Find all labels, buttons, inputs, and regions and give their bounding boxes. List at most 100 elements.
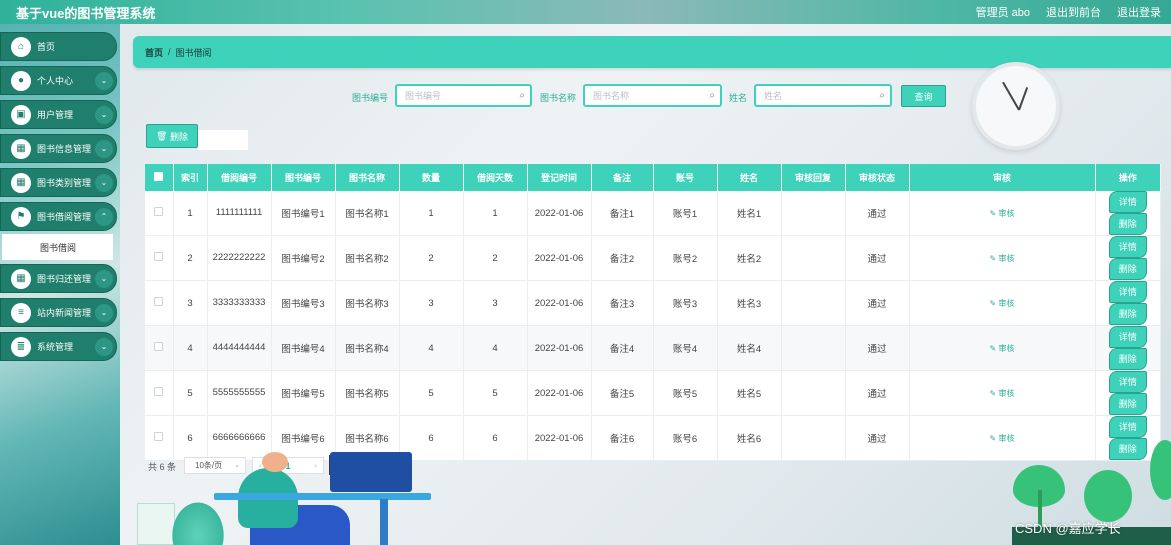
row-checkbox[interactable] <box>154 207 164 216</box>
cell-actions: 详情删除 <box>1095 415 1161 461</box>
row-checkbox[interactable] <box>154 387 164 396</box>
audit-label: 审核 <box>998 433 1015 443</box>
row-checkbox[interactable] <box>154 252 164 261</box>
row-delete-button[interactable]: 删除 <box>1108 303 1147 325</box>
cell-name: 姓名2 <box>717 235 782 281</box>
sidebar-item-user-management[interactable]: ▣ 用户管理 ⌄ <box>0 100 117 129</box>
row-delete-button[interactable]: 删除 <box>1108 393 1147 415</box>
row-checkbox[interactable] <box>154 297 164 306</box>
cell-date: 2022-01-06 <box>527 415 592 461</box>
cell-book_name: 图书名称4 <box>335 325 400 371</box>
book-no-input[interactable] <box>405 90 512 101</box>
table-row: 4 4444444444 图书编号4 图书名称4 4 4 2022-01-06 备注4 账号4 姓… <box>145 325 1161 371</box>
cell-qty: 2 <box>399 235 464 281</box>
column-header: 姓名 <box>717 164 782 191</box>
row-delete-button[interactable]: 删除 <box>1108 348 1147 370</box>
row-delete-button[interactable]: 删除 <box>1108 438 1147 460</box>
row-delete-button[interactable]: 删除 <box>1108 258 1147 280</box>
select-all-checkbox[interactable] <box>154 172 164 181</box>
book-name-input[interactable] <box>593 90 702 101</box>
sidebar-item-label: 站内新闻管理 <box>37 308 92 318</box>
audit-link[interactable]: ✎ 审核 <box>990 389 1015 398</box>
sidebar-subitem-borrow[interactable]: 图书借阅 <box>2 234 113 260</box>
borrow-no-text: 4444444444 <box>212 342 266 353</box>
sidebar-item-news[interactable]: ≡ 站内新闻管理 ⌄ <box>0 298 117 327</box>
cell-audit: ✎ 审核 <box>909 370 1096 416</box>
page-size-select[interactable]: 10条/页 ⌄ <box>184 457 246 474</box>
chevron-down-icon: ⌄ <box>95 337 113 356</box>
cell-days: 5 <box>463 370 528 416</box>
grid-icon: ▦ <box>11 138 31 159</box>
sidebar-item-label: 系统管理 <box>37 342 74 352</box>
book-name-label: 图书名称 <box>540 93 577 103</box>
sidebar-item-label: 图书类别管理 <box>37 178 92 188</box>
logout-link[interactable]: 退出登录 <box>1117 4 1161 20</box>
chevron-down-icon: ⌄ <box>95 173 113 192</box>
sidebar-item-personal-center[interactable]: ● 个人中心 ⌄ <box>0 66 117 95</box>
sidebar-item-label: 用户管理 <box>37 110 74 120</box>
clipboard-icon: ▣ <box>11 104 31 125</box>
clock-decoration <box>972 62 1060 150</box>
sidebar-item-label: 首页 <box>37 42 56 52</box>
audit-link[interactable]: ✎ 审核 <box>990 299 1015 308</box>
monitor-illustration <box>330 452 412 492</box>
borrow-table: 索引 借阅编号 图书编号 图书名称 数量 借阅天数 登记时间 备注 账号 姓名 … <box>145 164 1161 461</box>
borrow-no-text: 6666666666 <box>212 432 266 443</box>
cell-status: 通过 <box>845 235 910 281</box>
audit-link[interactable]: ✎ 审核 <box>990 254 1015 263</box>
sidebar-item-label: 图书借阅管理 <box>37 212 92 222</box>
detail-button[interactable]: 详情 <box>1108 236 1147 258</box>
row-checkbox[interactable] <box>154 432 164 441</box>
plant-leaf-illustration <box>1150 440 1171 500</box>
sidebar-item-book-return[interactable]: ▦ 图书归还管理 ⌄ <box>0 264 117 293</box>
cell-book_name: 图书名称1 <box>335 191 400 236</box>
next-page-button[interactable]: › <box>314 461 317 470</box>
breadcrumb-home[interactable]: 首页 <box>145 46 163 59</box>
cell-reply <box>781 415 846 461</box>
sidebar-item-book-info[interactable]: ▦ 图书信息管理 ⌄ <box>0 134 117 163</box>
row-select-cell <box>145 325 174 371</box>
detail-button[interactable]: 详情 <box>1108 326 1147 348</box>
cell-actions: 详情删除 <box>1095 370 1161 416</box>
column-header: 借阅编号 <box>207 164 272 191</box>
cell-date: 2022-01-06 <box>527 235 592 281</box>
audit-link[interactable]: ✎ 审核 <box>990 209 1015 218</box>
clock-hand <box>1002 81 1020 111</box>
audit-link[interactable]: ✎ 审核 <box>990 434 1015 443</box>
detail-button[interactable]: 详情 <box>1108 281 1147 303</box>
query-button[interactable]: 查询 <box>901 85 946 107</box>
book-no-label: 图书编号 <box>352 93 389 103</box>
cell-days: 1 <box>463 191 528 236</box>
cell-name: 姓名4 <box>717 325 782 371</box>
exit-to-frontend-link[interactable]: 退出到前台 <box>1046 4 1101 20</box>
row-select-cell <box>145 191 174 236</box>
detail-button[interactable]: 详情 <box>1108 191 1147 213</box>
chevron-up-icon: ⌃ <box>95 207 113 226</box>
column-header: 备注 <box>591 164 654 191</box>
cell-note: 备注6 <box>591 415 654 461</box>
chevron-down-icon: ⌄ <box>95 269 113 288</box>
cell-note: 备注4 <box>591 325 654 371</box>
sidebar-item-system[interactable]: ≣ 系统管理 ⌄ <box>0 332 117 361</box>
cell-audit: ✎ 审核 <box>909 325 1096 371</box>
row-delete-button[interactable]: 删除 <box>1108 213 1147 235</box>
name-input[interactable] <box>764 90 872 101</box>
table-row: 5 5555555555 图书编号5 图书名称5 5 5 2022-01-06 备注5 账号5 姓… <box>145 370 1161 416</box>
sidebar-item-home[interactable]: ⌂ 首页 <box>0 32 117 61</box>
cell-borrow_no: 6666666666 <box>207 415 272 461</box>
detail-button[interactable]: 详情 <box>1108 371 1147 393</box>
sidebar-item-book-borrow[interactable]: ⚑ 图书借阅管理 ⌃ <box>0 202 117 231</box>
column-header: 图书名称 <box>335 164 400 191</box>
cell-qty: 1 <box>399 191 464 236</box>
cell-reply <box>781 280 846 326</box>
cell-index: 5 <box>173 370 208 416</box>
plant-leaf-illustration <box>1084 470 1132 522</box>
bulk-delete-button[interactable]: 🗑 删除 <box>146 124 198 148</box>
sidebar-item-book-category[interactable]: ▦ 图书类别管理 ⌄ <box>0 168 117 197</box>
table-row: 3 3333333333 图书编号3 图书名称3 3 3 2022-01-06 备注3 账号3 姓… <box>145 280 1161 326</box>
cell-account: 账号6 <box>653 415 718 461</box>
audit-link[interactable]: ✎ 审核 <box>990 344 1015 353</box>
row-checkbox[interactable] <box>154 342 164 351</box>
detail-button[interactable]: 详情 <box>1108 416 1147 438</box>
cell-borrow_no: 2222222222 <box>207 235 272 281</box>
